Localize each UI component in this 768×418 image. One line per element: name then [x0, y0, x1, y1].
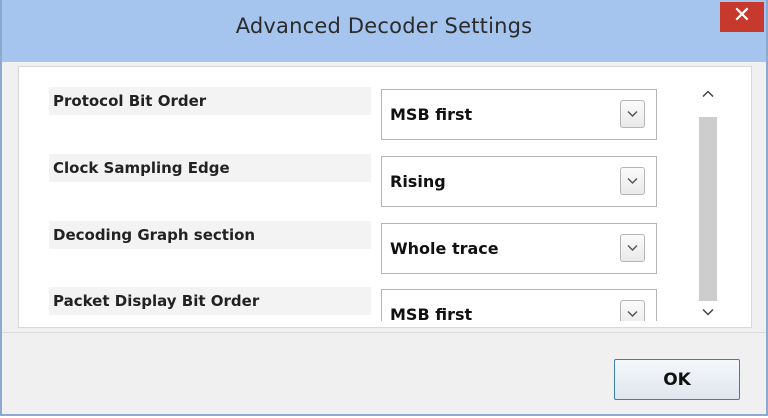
vertical-scrollbar[interactable]: [699, 85, 717, 317]
close-button[interactable]: ✕: [720, 2, 764, 32]
scroll-down-button[interactable]: [699, 303, 717, 321]
protocol-bit-order-select[interactable]: MSB first: [381, 89, 657, 140]
scroll-up-button[interactable]: [699, 85, 717, 103]
chevron-down-icon: [627, 178, 638, 184]
chevron-down-icon: [702, 308, 714, 316]
setting-row-clock-sampling-edge: Clock Sampling Edge Rising: [37, 134, 697, 207]
chevron-down-icon: [627, 311, 638, 317]
select-value: MSB first: [390, 305, 473, 321]
settings-list: Protocol Bit Order MSB first Clock Sampl…: [37, 67, 697, 321]
title-bar: Advanced Decoder Settings ✕: [2, 0, 766, 62]
dropdown-button[interactable]: [620, 100, 645, 128]
scrollbar-thumb[interactable]: [699, 117, 717, 301]
setting-row-packet-display-bit-order: Packet Display Bit Order MSB first: [37, 267, 697, 321]
setting-label: Clock Sampling Edge: [49, 154, 371, 182]
chevron-down-icon: [627, 111, 638, 117]
dropdown-button[interactable]: [620, 300, 645, 321]
setting-label: Packet Display Bit Order: [49, 287, 371, 315]
dialog-title: Advanced Decoder Settings: [235, 14, 533, 38]
ok-button[interactable]: OK: [614, 359, 740, 400]
setting-row-decoding-graph-section: Decoding Graph section Whole trace: [37, 201, 697, 274]
select-value: Rising: [390, 172, 446, 191]
setting-label: Protocol Bit Order: [49, 87, 371, 115]
dropdown-button[interactable]: [620, 167, 645, 195]
setting-label: Decoding Graph section: [49, 221, 371, 249]
chevron-down-icon: [627, 245, 638, 251]
settings-panel: Protocol Bit Order MSB first Clock Sampl…: [18, 66, 752, 328]
select-value: MSB first: [390, 105, 473, 124]
dialog-window: Advanced Decoder Settings ✕ Protocol Bit…: [0, 0, 768, 416]
chevron-up-icon: [702, 90, 714, 98]
select-value: Whole trace: [390, 239, 499, 258]
dropdown-button[interactable]: [620, 234, 645, 262]
clock-sampling-edge-select[interactable]: Rising: [381, 156, 657, 207]
packet-display-bit-order-select[interactable]: MSB first: [381, 289, 657, 321]
setting-row-protocol-bit-order: Protocol Bit Order MSB first: [37, 67, 697, 140]
footer-divider: [2, 332, 766, 333]
close-icon: ✕: [732, 3, 752, 28]
